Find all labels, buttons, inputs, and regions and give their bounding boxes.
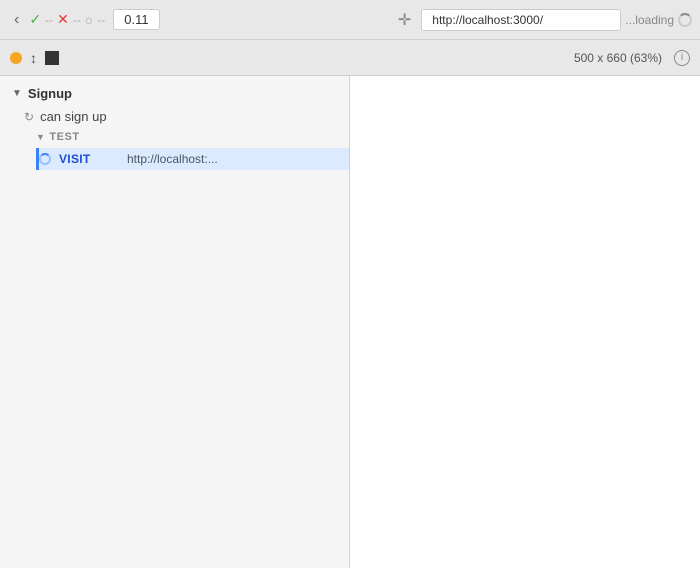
fail-dash: --	[73, 13, 81, 27]
command-name: VISIT	[59, 152, 119, 166]
group-title: Signup	[28, 86, 72, 101]
command-spinner	[39, 153, 51, 165]
secondary-toolbar: ↕ 500 x 660 (63%) i	[0, 40, 700, 76]
main-area: ▼ Signup ↻ can sign up ▼ TEST VISIT http…	[0, 76, 700, 568]
preview-panel	[350, 76, 700, 568]
viewport-size: 500 x 660 (63%)	[574, 51, 662, 65]
group-header-signup[interactable]: ▼ Signup	[0, 82, 349, 105]
left-panel: ▼ Signup ↻ can sign up ▼ TEST VISIT http…	[0, 76, 350, 568]
fail-x-icon: ✕	[57, 11, 69, 28]
command-url: http://localhost:...	[127, 152, 218, 166]
back-button[interactable]: ‹	[8, 7, 25, 33]
crosshair-button[interactable]: ✛	[392, 6, 417, 34]
stop-button[interactable]	[45, 51, 59, 65]
sub-group-header[interactable]: ▼ TEST	[36, 128, 349, 146]
url-input[interactable]	[421, 9, 621, 31]
loading-label: ...loading	[625, 13, 674, 27]
pending-icon: ○	[85, 12, 93, 28]
sub-group-test: ▼ TEST VISIT http://localhost:...	[0, 128, 349, 170]
pass-check-icon: ✓	[29, 11, 41, 28]
sync-icon: ↻	[24, 110, 34, 124]
test-group-signup: ▼ Signup ↻ can sign up ▼ TEST VISIT http…	[0, 76, 349, 176]
pass-dash: --	[45, 13, 53, 27]
pending-dash: --	[97, 13, 105, 27]
sub-caret-icon: ▼	[36, 132, 45, 142]
loading-indicator: ...loading	[625, 13, 692, 27]
test-item-label: can sign up	[40, 109, 107, 124]
sub-group-label: TEST	[49, 131, 79, 143]
test-item-can-sign-up[interactable]: ↻ can sign up	[0, 105, 349, 128]
main-toolbar: ‹ ✓ -- ✕ -- ○ -- 0.11 ✛ ...loading	[0, 0, 700, 40]
info-icon[interactable]: i	[674, 50, 690, 66]
status-dot	[10, 52, 22, 64]
loading-spinner	[678, 13, 692, 27]
viewport-arrow-icon: ↕	[30, 50, 37, 66]
command-row-visit[interactable]: VISIT http://localhost:...	[36, 148, 349, 170]
group-caret-icon: ▼	[12, 88, 22, 99]
version-display: 0.11	[113, 9, 159, 30]
